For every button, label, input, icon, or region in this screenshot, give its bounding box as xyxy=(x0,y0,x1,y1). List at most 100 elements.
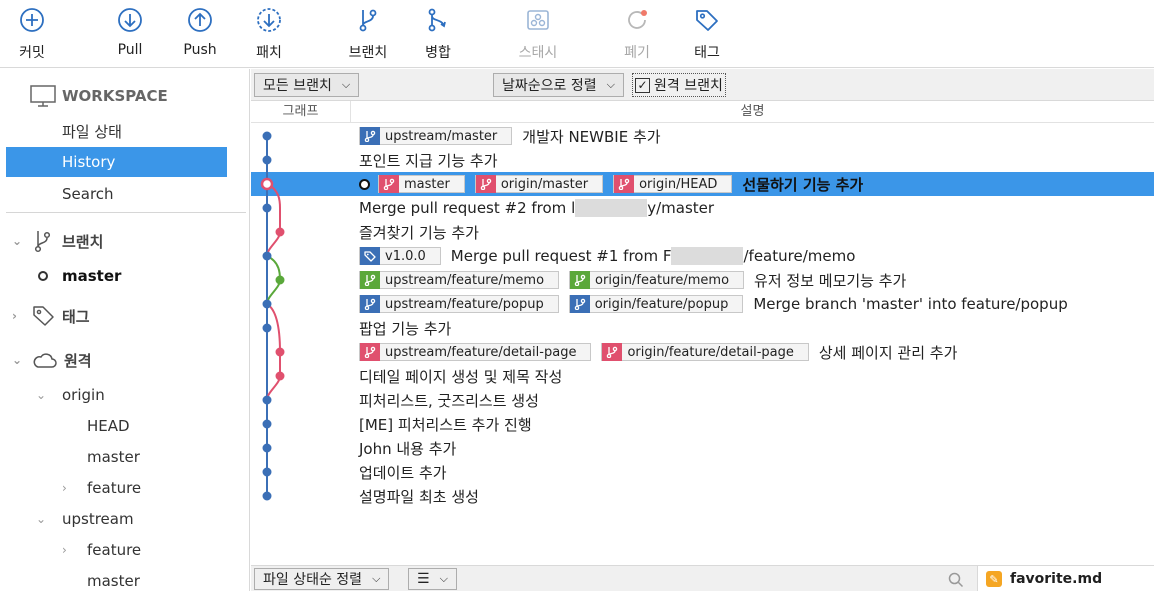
sidebar-workspace-header: WORKSPACE xyxy=(0,81,249,111)
ref-name: v1.0.0 xyxy=(385,248,426,264)
sidebar-item-upstream-master[interactable]: master xyxy=(0,566,249,591)
commit-row[interactable]: upstream/feature/memo origin/feature/memo… xyxy=(251,268,1154,292)
branch-label[interactable]: master xyxy=(378,175,465,193)
commit-description: v1.0.0 Merge pull request #1 from F/featu… xyxy=(359,244,855,268)
tag-icon xyxy=(696,10,718,31)
search-icon[interactable] xyxy=(948,572,964,588)
commit-message: 상세 페이지 관리 추가 xyxy=(818,343,958,362)
commit-description: Merge pull request #2 from l y/master xyxy=(359,196,714,220)
branch-icon xyxy=(360,295,380,313)
tag-button[interactable]: 태그 xyxy=(675,6,739,64)
commit-row[interactable]: 디테일 페이지 생성 및 제목 작성 xyxy=(251,364,1154,388)
sidebar-branches-header[interactable]: ⌄ 브랜치 xyxy=(0,226,249,256)
commit-message-tail: y/master xyxy=(647,199,715,217)
pull-button[interactable]: Pull xyxy=(98,6,162,64)
sidebar-item-origin-head[interactable]: HEAD xyxy=(0,411,249,441)
commit-description: 팝업 기능 추가 xyxy=(359,316,451,340)
file-sort-dropdown[interactable]: 파일 상태순 정렬 ⌵ xyxy=(254,568,390,590)
bottom-bar: 파일 상태순 정렬 ⌵ ☰ ⌵ ✎ favorite.md xyxy=(251,565,1154,591)
sidebar-item-master[interactable]: master xyxy=(0,261,249,291)
branch-button[interactable]: 브랜치 xyxy=(336,6,400,64)
commit-row[interactable]: 팝업 기능 추가 xyxy=(251,316,1154,340)
commit-button[interactable]: 커밋 xyxy=(0,6,64,64)
discard-button[interactable]: 폐기 xyxy=(605,6,669,64)
branch-label[interactable]: origin/master xyxy=(474,175,604,193)
commit-message: Merge branch 'master' into feature/popup xyxy=(753,295,1068,313)
commit-message: Merge pull request #2 from l xyxy=(359,199,576,217)
commit-row[interactable]: [ME] 피처리스트 추가 진행 xyxy=(251,412,1154,436)
ref-name: origin/feature/popup xyxy=(594,296,729,312)
sidebar-item-upstream[interactable]: ⌄ upstream xyxy=(0,504,249,534)
commit-message: 팝업 기능 추가 xyxy=(359,319,452,338)
commit-description: 업데이트 추가 xyxy=(359,460,447,484)
branch-label[interactable]: upstream/feature/memo xyxy=(359,271,560,289)
branch-filter-dropdown[interactable]: 모든 브랜치 ⌵ xyxy=(254,73,360,97)
commit-row[interactable]: John 내용 추가 xyxy=(251,436,1154,460)
stash-button[interactable]: 스태시 xyxy=(506,6,570,64)
commit-row[interactable]: upstream/master 개발자 NEWBIE 추가 xyxy=(251,124,1154,148)
tag-label[interactable]: v1.0.0 xyxy=(359,247,441,265)
commit-row[interactable]: upstream/feature/popup origin/feature/pop… xyxy=(251,292,1154,316)
head-indicator-icon xyxy=(359,178,370,190)
commit-row[interactable]: v1.0.0 Merge pull request #1 from F/featu… xyxy=(251,244,1154,268)
monitor-icon xyxy=(30,85,56,107)
commit-message: 개발자 NEWBIE 추가 xyxy=(522,127,661,146)
ref-name: upstream/master xyxy=(385,128,498,144)
commit-row[interactable]: 피처리스트, 굿즈리스트 생성 xyxy=(251,388,1154,412)
sidebar-item-search[interactable]: Search xyxy=(0,179,249,209)
remote-branches-checkbox[interactable]: ✓ 원격 브랜치 xyxy=(632,73,726,97)
ref-name: origin/master xyxy=(500,176,589,192)
fetch-button[interactable]: 패치 xyxy=(237,6,301,64)
sidebar-item-origin[interactable]: ⌄ origin xyxy=(0,380,249,410)
branch-icon xyxy=(475,175,496,193)
commit-list: upstream/master 개발자 NEWBIE 추가포인트 지급 기능 추가… xyxy=(251,124,1154,564)
sidebar-item-origin-master[interactable]: master xyxy=(0,442,249,472)
chevron-down-icon: ⌄ xyxy=(12,353,23,367)
commit-description: John 내용 추가 xyxy=(359,436,456,460)
commit-description: upstream/feature/memo origin/feature/memo… xyxy=(359,268,906,292)
branch-icon xyxy=(614,175,635,193)
sidebar-item-file-status[interactable]: 파일 상태 xyxy=(0,116,249,146)
branch-icon xyxy=(569,295,590,313)
branch-label[interactable]: upstream/feature/popup xyxy=(359,295,559,313)
discard-icon xyxy=(628,10,647,29)
branch-label[interactable]: origin/feature/memo xyxy=(569,271,745,289)
branch-label[interactable]: upstream/feature/detail-page xyxy=(359,343,592,361)
sidebar-tags-header[interactable]: › 태그 xyxy=(0,301,249,331)
view-mode-dropdown[interactable]: ☰ ⌵ xyxy=(408,568,457,590)
branch-icon xyxy=(570,271,591,289)
sidebar-item-upstream-feature[interactable]: › feature xyxy=(0,535,249,565)
commit-row[interactable]: master origin/master origin/HEAD 선물하기 기능 추가 xyxy=(251,172,1154,196)
commit-row[interactable]: 업데이트 추가 xyxy=(251,460,1154,484)
commit-message: 업데이트 추가 xyxy=(359,463,447,482)
commit-row[interactable]: Merge pull request #2 from l y/master xyxy=(251,196,1154,220)
branch-label[interactable]: origin/feature/popup xyxy=(568,295,744,313)
sidebar-item-history[interactable]: History xyxy=(6,147,227,177)
sort-dropdown[interactable]: 날짜순으로 정렬 ⌵ xyxy=(493,73,624,97)
commit-message: 설명파일 최초 생성 xyxy=(359,487,479,506)
commit-row[interactable]: upstream/feature/detail-page origin/featu… xyxy=(251,340,1154,364)
chevron-down-icon: ⌵ xyxy=(341,78,351,91)
push-button[interactable]: Push xyxy=(168,6,232,64)
commit-description: master origin/master origin/HEAD 선물하기 기능 추가 xyxy=(359,172,863,196)
sidebar-item-origin-feature[interactable]: › feature xyxy=(0,473,249,503)
file-item[interactable]: ✎ favorite.md xyxy=(977,566,1154,591)
commit-message: 피처리스트, 굿즈리스트 생성 xyxy=(359,391,539,410)
toolbar: 커밋 Pull Push 패치 브랜치 병합 스태시 폐기 태그 xyxy=(0,0,1154,68)
merge-button[interactable]: 병합 xyxy=(406,6,470,64)
ref-name: origin/feature/memo xyxy=(595,272,730,288)
branch-label[interactable]: origin/HEAD xyxy=(613,175,733,193)
ref-name: origin/HEAD xyxy=(639,176,718,192)
sidebar-remotes-header[interactable]: ⌄ 원격 xyxy=(0,345,249,375)
filter-bar: 모든 브랜치 ⌵ ✓ 원격 브랜치 날짜순으로 정렬 ⌵ xyxy=(251,69,1154,101)
column-header: 그래프 설명 xyxy=(251,101,1154,123)
commit-row[interactable]: 포인트 지급 기능 추가 xyxy=(251,148,1154,172)
chevron-down-icon: ⌵ xyxy=(606,78,615,91)
commit-row[interactable]: 설명파일 최초 생성 xyxy=(251,484,1154,508)
branch-label[interactable]: origin/feature/detail-page xyxy=(601,343,809,361)
commit-row[interactable]: 즐겨찾기 기능 추가 xyxy=(251,220,1154,244)
branch-label[interactable]: upstream/master xyxy=(359,127,513,145)
graph-column-header[interactable]: 그래프 xyxy=(251,101,351,123)
description-column-header[interactable]: 설명 xyxy=(351,101,1154,123)
commit-description: [ME] 피처리스트 추가 진행 xyxy=(359,412,532,436)
